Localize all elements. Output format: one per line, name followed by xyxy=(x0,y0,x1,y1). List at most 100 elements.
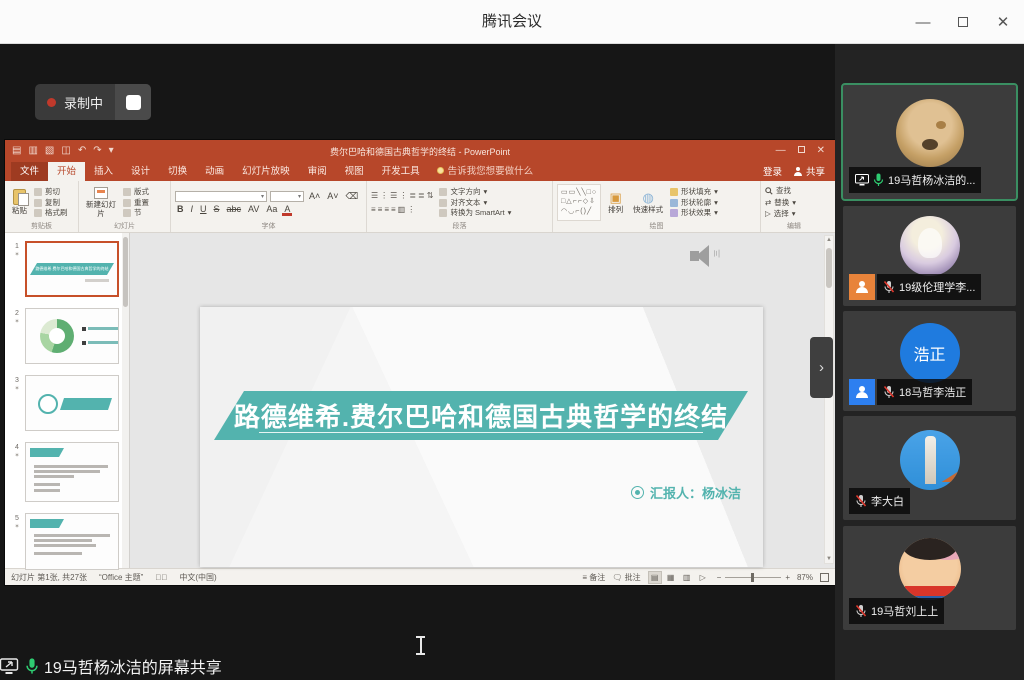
find-button[interactable]: 查找 xyxy=(765,186,796,195)
slide-thumbnail-1[interactable]: 路德维希.费尔巴哈和德国古典哲学的终结 xyxy=(25,241,119,297)
reading-view-button[interactable]: ▥ xyxy=(680,571,694,584)
select-button[interactable]: ▷ 选择 ▾ xyxy=(765,209,796,218)
tab-animations[interactable]: 动画 xyxy=(196,160,233,181)
scrollbar-thumb[interactable] xyxy=(826,248,832,288)
comments-button[interactable]: 🗨 批注 xyxy=(612,572,640,583)
tab-home[interactable]: 开始 xyxy=(48,160,86,181)
zoom-slider[interactable] xyxy=(725,572,782,582)
text-direction-button[interactable]: 文字方向 ▾ xyxy=(439,187,511,196)
maximize-button[interactable] xyxy=(950,9,976,35)
tab-file[interactable]: 文件 xyxy=(11,160,49,181)
slide-thumbnail-3[interactable] xyxy=(25,375,119,431)
shrink-font-button[interactable]: A˅ xyxy=(325,192,340,201)
new-slide-button[interactable]: 新建幻灯片 xyxy=(83,184,119,221)
current-slide[interactable]: 路德维希.费尔巴哈和德国古典哲学的终结 汇报人：杨冰洁 xyxy=(200,307,763,567)
slide-sorter-view-button[interactable]: ▦ xyxy=(664,571,678,584)
collapse-panel-button[interactable]: › xyxy=(810,337,833,398)
tab-review[interactable]: 审阅 xyxy=(299,160,336,181)
ppt-close-button[interactable]: ✕ xyxy=(817,146,825,156)
ppt-maximize-button[interactable] xyxy=(797,146,805,153)
participant-tile-5[interactable]: 19马哲刘上上 xyxy=(843,526,1016,630)
normal-view-button[interactable]: ▤ xyxy=(647,570,662,584)
shape-fill-button[interactable]: 形状填充 ▾ xyxy=(670,187,718,196)
replace-button[interactable]: ⇄ 替换 ▾ xyxy=(765,198,796,207)
presenter-line[interactable]: 汇报人：杨冰洁 xyxy=(630,483,741,502)
change-case-button[interactable]: Aa xyxy=(264,205,279,214)
slideshow-button[interactable]: ▷ xyxy=(696,571,710,584)
print-icon[interactable]: ◫ xyxy=(61,146,70,156)
shape-effects-button[interactable]: 形状效果 ▾ xyxy=(670,208,718,217)
new-icon[interactable]: ▧ xyxy=(45,146,54,156)
zoom-out-button[interactable]: − xyxy=(717,573,722,582)
strikethrough-button[interactable]: S xyxy=(212,205,222,214)
mic-on-icon xyxy=(26,658,38,674)
mic-muted-icon xyxy=(855,494,867,507)
ppt-minimize-button[interactable]: — xyxy=(776,146,786,156)
participant-tile-2[interactable]: 19级伦理学李... xyxy=(843,206,1016,306)
zoom-in-button[interactable]: + xyxy=(785,573,790,582)
slide-thumbnail-4[interactable] xyxy=(25,442,119,502)
layout-button[interactable]: 版式 xyxy=(123,187,149,196)
quick-styles-button[interactable]: ◍ 快速样式 xyxy=(630,184,666,221)
canvas-scrollbar[interactable]: ▲ ▼ xyxy=(824,235,834,564)
format-painter-icon xyxy=(34,208,42,217)
participant-tile-3[interactable]: 浩正 18马哲李浩正 xyxy=(843,311,1016,411)
grow-font-button[interactable]: A˄ xyxy=(307,192,322,201)
cut-button[interactable]: 剪切 xyxy=(34,187,68,196)
section-button[interactable]: 节 xyxy=(123,208,149,217)
tab-slideshow[interactable]: 幻灯片放映 xyxy=(233,160,299,181)
participant-tile-4[interactable]: 李大白 xyxy=(843,416,1016,520)
arrange-button[interactable]: ▣ 排列 xyxy=(605,184,626,221)
tab-design[interactable]: 设计 xyxy=(122,160,159,181)
list-and-indent-icons[interactable]: ☰⋮☰⋮≣≣⇅ xyxy=(371,190,435,201)
audio-speaker-icon[interactable]: 〣 xyxy=(690,243,721,269)
slide-thumbnail-2[interactable] xyxy=(25,308,119,364)
slide-thumbnail-5[interactable] xyxy=(25,513,119,570)
participant-tile-1[interactable]: 19马哲杨冰洁的... xyxy=(841,83,1018,201)
save-icon[interactable]: ▤ xyxy=(12,146,21,156)
underline-button[interactable]: U xyxy=(198,205,209,214)
notes-button[interactable]: ≡ 备注 xyxy=(582,572,605,583)
font-size-combobox[interactable]: ▾ xyxy=(270,191,304,202)
share-button[interactable]: 共享 xyxy=(793,164,825,178)
close-button[interactable]: ✕ xyxy=(990,9,1016,35)
char-spacing-button[interactable]: AV xyxy=(246,205,261,214)
spellcheck-icon[interactable]: ✓⃞ xyxy=(155,573,167,582)
tell-me-box[interactable]: 告诉我您想要做什么 xyxy=(429,160,542,181)
zoom-percentage[interactable]: 87% xyxy=(797,573,813,582)
bold-button[interactable]: B xyxy=(175,205,186,214)
format-painter-button[interactable]: 格式刷 xyxy=(34,208,68,217)
thumbnail-scrollbar[interactable] xyxy=(122,233,129,568)
redo-icon[interactable]: ↷ xyxy=(93,146,101,156)
tab-developer[interactable]: 开发工具 xyxy=(373,160,429,181)
zoom-slider-thumb[interactable] xyxy=(751,572,755,582)
shadow-button[interactable]: abc xyxy=(225,205,244,214)
open-icon[interactable]: ▥ xyxy=(28,146,37,156)
slide-title-banner[interactable]: 路德维希.费尔巴哈和德国古典哲学的终结 xyxy=(214,391,748,440)
fit-to-window-button[interactable] xyxy=(820,572,829,582)
scroll-up-icon[interactable]: ▲ xyxy=(825,237,833,243)
tab-view[interactable]: 视图 xyxy=(336,160,373,181)
tab-transitions[interactable]: 切换 xyxy=(159,160,196,181)
shape-outline-button[interactable]: 形状轮廓 ▾ xyxy=(670,198,718,207)
font-name-combobox[interactable]: ▾ xyxy=(175,191,267,202)
signin-button[interactable]: 登录 xyxy=(763,164,782,178)
convert-smartart-button[interactable]: 转换为 SmartArt ▾ xyxy=(439,208,511,217)
copy-button[interactable]: 复制 xyxy=(34,198,68,207)
reset-button[interactable]: 重置 xyxy=(123,198,149,207)
language-indicator[interactable]: 中文(中国) xyxy=(179,572,216,583)
clear-formatting-button[interactable]: ⌫ xyxy=(344,192,361,201)
minimize-button[interactable]: — xyxy=(910,9,936,35)
scroll-down-icon[interactable]: ▼ xyxy=(825,556,833,562)
role-badge-icon xyxy=(849,379,875,405)
undo-icon[interactable]: ↶ xyxy=(78,146,86,156)
qat-customize-icon[interactable]: ▾ xyxy=(109,146,114,156)
paste-button[interactable]: 粘贴 xyxy=(9,184,30,221)
tab-insert[interactable]: 插入 xyxy=(85,160,122,181)
font-color-button[interactable]: A xyxy=(282,205,293,216)
shapes-gallery[interactable]: ▭▭╲╲□○ □△⌐⌐◇⇩ ◠◡⌐()╱ xyxy=(557,184,602,221)
align-text-button[interactable]: 对齐文本 ▾ xyxy=(439,198,511,207)
alignment-icons[interactable]: ≡≡≡≡▥⋮ xyxy=(371,204,435,215)
stop-recording-button[interactable] xyxy=(115,84,152,120)
italic-button[interactable]: I xyxy=(189,205,196,214)
